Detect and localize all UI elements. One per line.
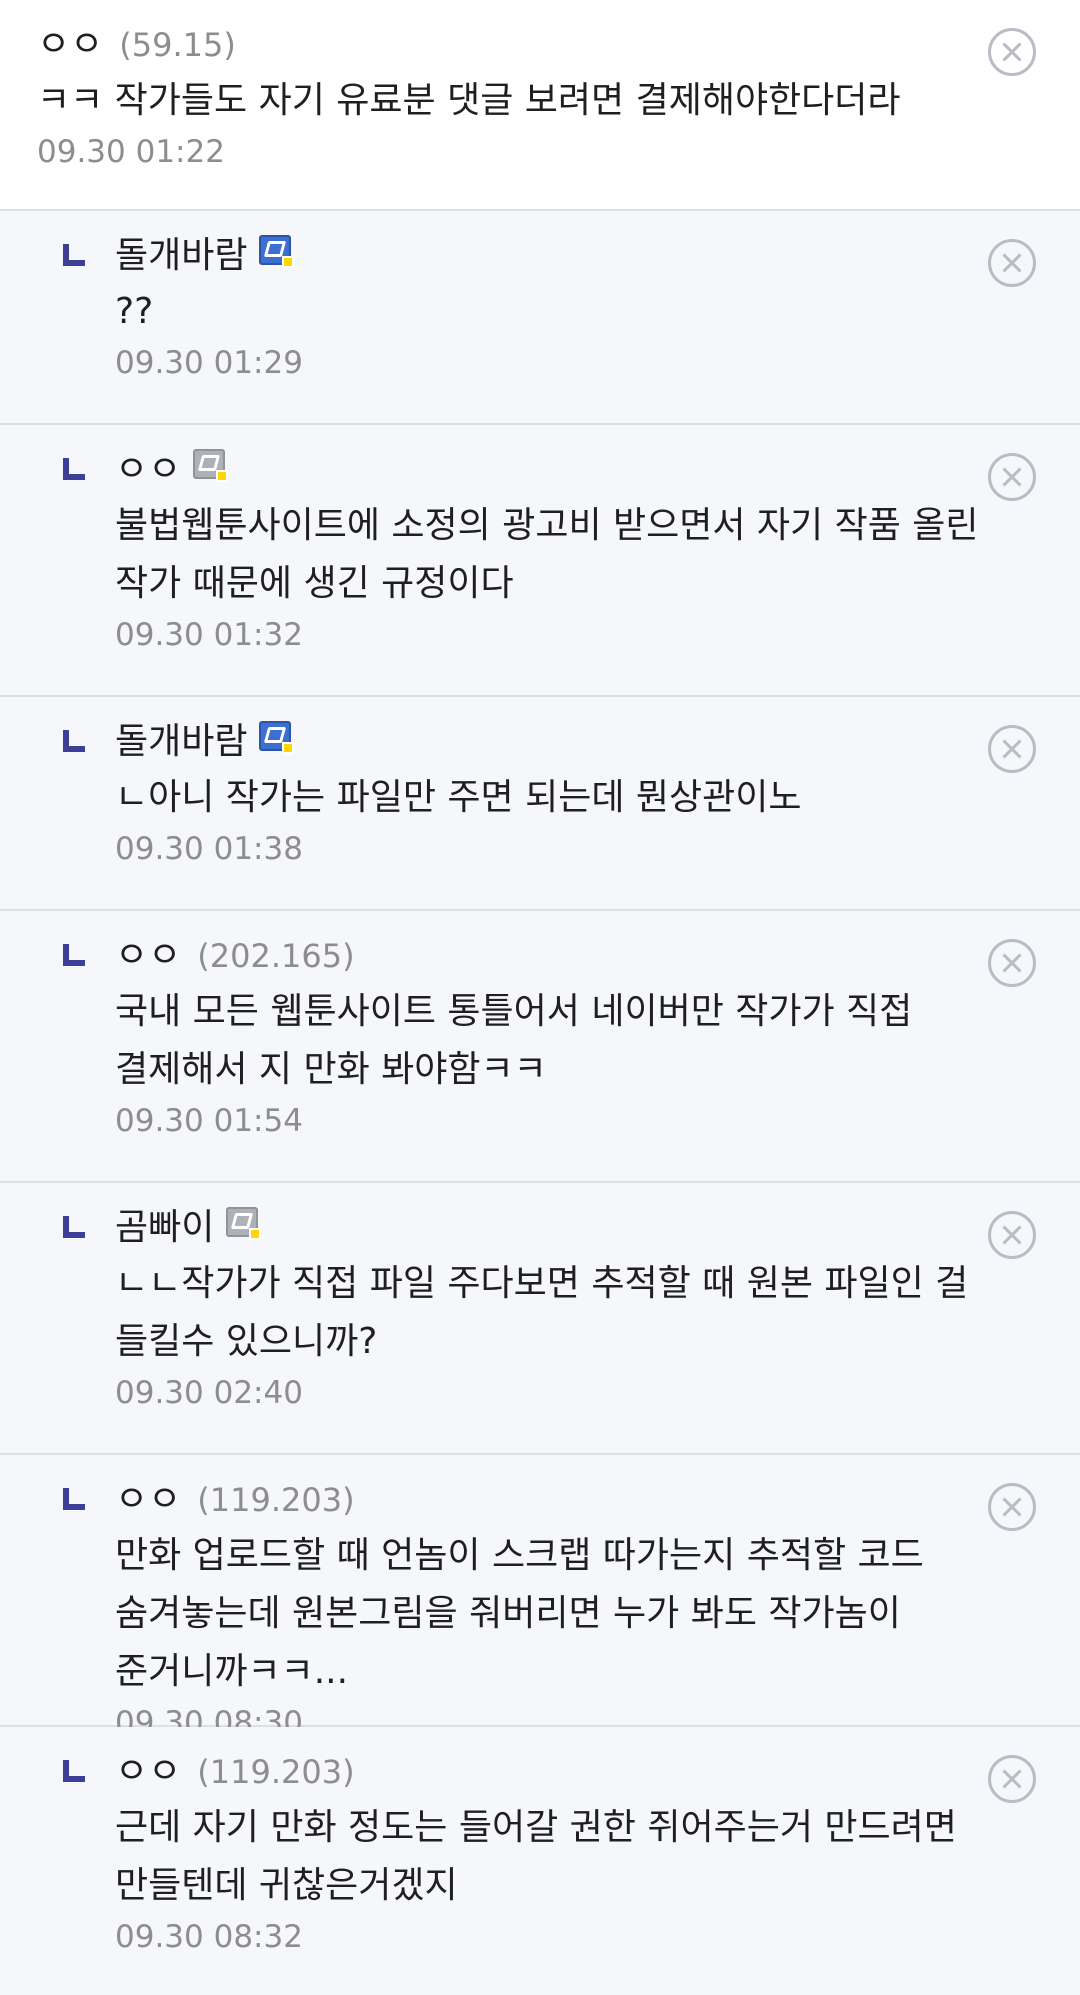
delete-comment-button[interactable] [988, 939, 1036, 987]
gallog-fixed-icon[interactable] [259, 235, 295, 268]
delete-comment-button[interactable] [988, 1211, 1036, 1259]
reply-comment: ㅇㅇ (202.165) 국내 모든 웹툰사이트 통틀어서 네이버만 작가가 직접 … [0, 911, 1080, 1183]
gallog-mark [264, 727, 287, 743]
gallog-dot [249, 1228, 262, 1240]
comment-text: 만화 업로드할 때 언놈이 스크랩 따가는지 추적할 코드 숨겨놓는데 원본그림… [115, 1535, 936, 1692]
comment-text: ?? [115, 291, 154, 332]
comment-text: 국내 모든 웹툰사이트 통틀어서 네이버만 작가가 직접 결제해서 지 만화 봐… [115, 991, 924, 1090]
gallog-half-icon[interactable] [193, 449, 229, 482]
comment-text: ㄴㄴ작가가 직접 파일 주다보면 추적할 때 원본 파일인 걸 들킬수 있으니까… [115, 1263, 980, 1362]
reply-arrow-icon [63, 1760, 85, 1782]
comment-author: ㅇㅇ (119.203) [115, 1749, 1050, 1795]
nickname[interactable]: ㅇㅇ [37, 22, 103, 68]
gallog-mark [198, 455, 221, 471]
comment-text: ㄴ아니 작가는 파일만 주면 되는데 뭔상관이노 [115, 777, 802, 818]
ip-address: (119.203) [197, 1753, 355, 1791]
nickname[interactable]: ㅇㅇ [115, 933, 181, 979]
comment-author: 돌개바람 [115, 719, 1050, 765]
nickname[interactable]: 돌개바람 [115, 233, 247, 279]
comment-date: 09.30 01:22 [37, 134, 225, 170]
ip-address: (202.165) [197, 937, 355, 975]
ip-address: (59.15) [119, 26, 236, 64]
gallog-mark [231, 1213, 254, 1229]
comment-body: ㅇㅇ (202.165) 국내 모든 웹툰사이트 통틀어서 네이버만 작가가 직접 … [115, 911, 1050, 1141]
gallog-fixed-icon[interactable] [259, 721, 295, 754]
ip-address: (119.203) [197, 1481, 355, 1519]
comment-body: 곰빠이 ㄴㄴ작가가 직접 파일 주다보면 추적할 때 원본 파일인 걸 들킬수 있… [115, 1183, 1050, 1413]
reply-comment: 돌개바람?? 09.30 01:29 [0, 211, 1080, 425]
comment-author: ㅇㅇ (119.203) [115, 1477, 1050, 1523]
comment-list: ㅇㅇ (59.15) ㅋㅋ 작가들도 자기 유료분 댓글 보려면 결제해야한다더라 0… [0, 0, 1080, 1995]
comment-body: 돌개바람 ㄴ아니 작가는 파일만 주면 되는데 뭔상관이노 09.30 01:38 [115, 697, 1050, 869]
comment-date: 09.30 01:29 [115, 345, 303, 381]
delete-comment-button[interactable] [988, 1483, 1036, 1531]
comment-date: 09.30 02:40 [115, 1375, 303, 1411]
comment-body: ㅇㅇ (59.15) ㅋㅋ 작가들도 자기 유료분 댓글 보려면 결제해야한다더라 0… [37, 0, 1050, 172]
delete-comment-button[interactable] [988, 1755, 1036, 1803]
delete-comment-button[interactable] [988, 725, 1036, 773]
comment-author: 돌개바람 [115, 233, 1050, 279]
gallog-half-icon[interactable] [226, 1207, 262, 1240]
reply-arrow-icon [63, 458, 85, 480]
gallog-dot [282, 256, 295, 268]
comment-body: ㅇㅇ (119.203) 근데 자기 만화 정도는 들어갈 권한 쥐어주는거 만드려… [115, 1727, 1050, 1957]
delete-comment-button[interactable] [988, 239, 1036, 287]
comment-author: ㅇㅇ (202.165) [115, 933, 1050, 979]
comment-body: ㅇㅇ 불법웹툰사이트에 소정의 광고비 받으면서 자기 작품 올린 작가 때문에 … [115, 425, 1050, 655]
comment-date: 09.30 01:54 [115, 1103, 303, 1139]
comment-text: ㅋㅋ 작가들도 자기 유료분 댓글 보려면 결제해야한다더라 [37, 80, 901, 121]
comment-date: 09.30 01:32 [115, 617, 303, 653]
reply-arrow-icon [63, 1488, 85, 1510]
reply-comment: ㅇㅇ (119.203) 만화 업로드할 때 언놈이 스크랩 따가는지 추적할 코드… [0, 1455, 1080, 1741]
gallog-dot [282, 742, 295, 754]
comment-date: 09.30 08:32 [115, 1919, 303, 1955]
nickname[interactable]: ㅇㅇ [115, 1477, 181, 1523]
comment-author: ㅇㅇ [115, 447, 1050, 493]
nickname[interactable]: ㅇㅇ [115, 1749, 181, 1795]
delete-comment-button[interactable] [988, 453, 1036, 501]
comment-body: ㅇㅇ (119.203) 만화 업로드할 때 언놈이 스크랩 따가는지 추적할 코드… [115, 1455, 1050, 1743]
comment: ㅇㅇ (59.15) ㅋㅋ 작가들도 자기 유료분 댓글 보려면 결제해야한다더라 0… [0, 0, 1080, 211]
comment-date: 09.30 01:38 [115, 831, 303, 867]
reply-comment: ㅇㅇ (119.203) 근데 자기 만화 정도는 들어갈 권한 쥐어주는거 만드려… [0, 1727, 1080, 1995]
comment-author: 곰빠이 [115, 1205, 1050, 1251]
gallog-dot [216, 470, 229, 482]
comment-text: 근데 자기 만화 정도는 들어갈 권한 쥐어주는거 만드려면 만들텐데 귀찮은거… [115, 1807, 969, 1906]
reply-arrow-icon [63, 244, 85, 266]
reply-arrow-icon [63, 944, 85, 966]
gallog-mark [264, 241, 287, 257]
nickname[interactable]: ㅇㅇ [115, 447, 181, 493]
reply-comment: ㅇㅇ 불법웹툰사이트에 소정의 광고비 받으면서 자기 작품 올린 작가 때문에 … [0, 425, 1080, 697]
nickname[interactable]: 곰빠이 [115, 1205, 214, 1251]
comment-author: ㅇㅇ (59.15) [37, 22, 1050, 68]
reply-comment: 돌개바람 ㄴ아니 작가는 파일만 주면 되는데 뭔상관이노 09.30 01:38 [0, 697, 1080, 911]
reply-arrow-icon [63, 1216, 85, 1238]
nickname[interactable]: 돌개바람 [115, 719, 247, 765]
reply-comment: 곰빠이 ㄴㄴ작가가 직접 파일 주다보면 추적할 때 원본 파일인 걸 들킬수 있… [0, 1183, 1080, 1455]
delete-comment-button[interactable] [988, 28, 1036, 76]
comment-text: 불법웹툰사이트에 소정의 광고비 받으면서 자기 작품 올린 작가 때문에 생긴… [115, 505, 990, 604]
comment-body: 돌개바람?? 09.30 01:29 [115, 211, 1050, 383]
reply-arrow-icon [63, 730, 85, 752]
